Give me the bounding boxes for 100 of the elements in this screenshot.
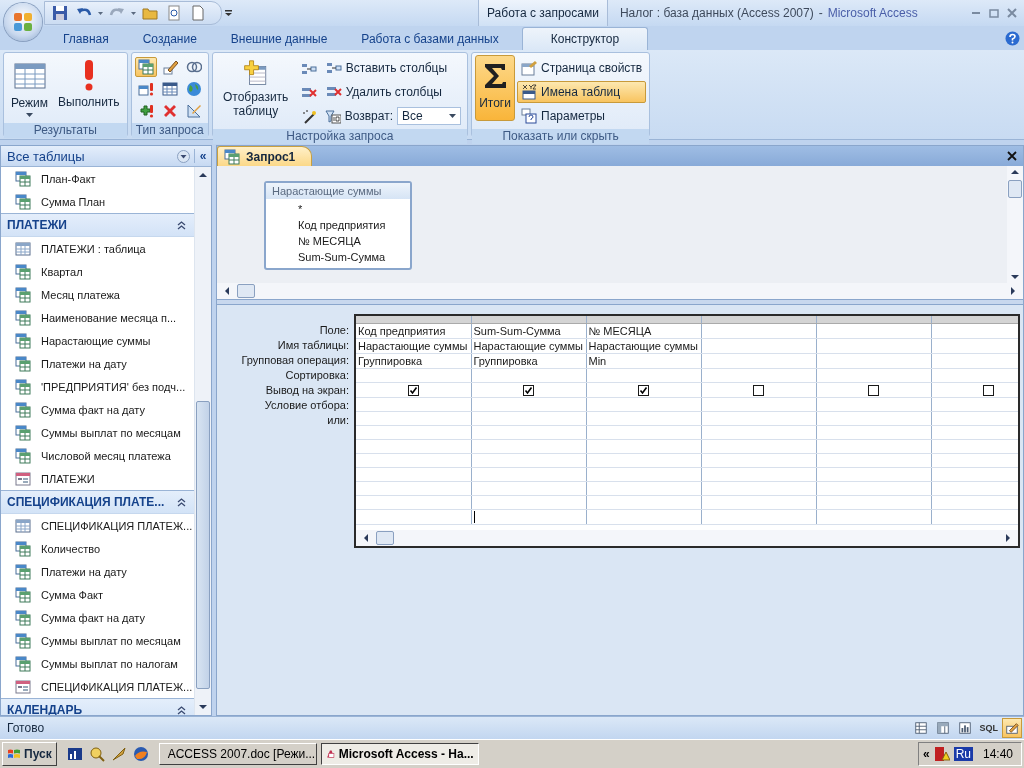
ribbon-button[interactable]: Удалить столбцы: [321, 81, 464, 103]
navigation-item[interactable]: Количество: [1, 537, 194, 560]
navigation-item[interactable]: Числовой месяц платежа: [1, 444, 194, 467]
scroll-thumb[interactable]: [237, 284, 255, 298]
top-values-dropdown[interactable]: Все: [397, 107, 461, 125]
navigation-header[interactable]: Все таблицы: [7, 148, 177, 164]
collapse-button[interactable]: «: [194, 149, 211, 163]
show-hidden-icons-button[interactable]: «: [922, 747, 930, 761]
navigation-item[interactable]: Сумма факт на дату: [1, 606, 194, 629]
table-cell[interactable]: № МЕСЯЦА: [588, 324, 652, 337]
parameters-icon: [521, 108, 537, 124]
table-cell[interactable]: Нарастающие суммы: [358, 339, 468, 352]
ribbon-button[interactable]: Итоги: [475, 55, 515, 121]
ribbon-tab[interactable]: Создание: [125, 28, 214, 50]
scrollbar[interactable]: [217, 283, 1023, 299]
ribbon-button[interactable]: Страница свойств: [517, 57, 647, 79]
scroll-thumb[interactable]: [1008, 180, 1022, 198]
caret-icon: [449, 114, 456, 118]
navigation-item[interactable]: Сумма факт на дату: [1, 398, 194, 421]
taskbar-button[interactable]: Microsoft Access - На...: [320, 743, 479, 765]
view-button[interactable]: SQL: [977, 718, 1000, 738]
customize-button[interactable]: [222, 8, 235, 18]
navigation-item[interactable]: Нарастающие суммы: [1, 329, 194, 352]
row-label: Поле:: [318, 323, 349, 338]
ribbon-button[interactable]: Режим: [7, 55, 52, 121]
dropdown-button[interactable]: [97, 9, 104, 17]
table-cell[interactable]: Группировка: [473, 354, 538, 367]
quick-launch-button[interactable]: [132, 746, 149, 762]
ribbon-button[interactable]: Вставить столбцы: [321, 57, 464, 79]
clock[interactable]: 14:40: [982, 747, 1013, 761]
ribbon-tab[interactable]: Работа с базами данных: [344, 28, 516, 50]
navigation-item[interactable]: Суммы выплат по налогам: [1, 652, 194, 675]
navigation-item[interactable]: План-Факт: [1, 167, 194, 190]
ribbon-button[interactable]: Выполнить: [54, 55, 124, 121]
table-cell[interactable]: Min: [588, 354, 607, 367]
field-item[interactable]: № МЕСЯЦА: [298, 233, 410, 249]
table-cell[interactable]: Код предприятия: [358, 324, 446, 337]
scroll-thumb[interactable]: [196, 401, 210, 689]
navigation-item[interactable]: Сумма Факт: [1, 583, 194, 606]
navigation-item[interactable]: Квартал: [1, 260, 194, 283]
help-button[interactable]: [1005, 30, 1020, 46]
navigation-item[interactable]: 'ПРЕДПРИЯТИЯ' без подч...: [1, 375, 194, 398]
scrollbar[interactable]: [356, 530, 1018, 546]
query-icon: [15, 170, 31, 187]
navigation-item[interactable]: ПЛАТЕЖИ: [1, 467, 194, 490]
row-label: или:: [326, 413, 349, 428]
table-cell[interactable]: Нарастающие суммы: [473, 339, 583, 352]
navigation-item[interactable]: Сумма План: [1, 190, 194, 213]
table-cell[interactable]: Группировка: [358, 354, 423, 367]
scrollbar[interactable]: [194, 167, 211, 715]
datasheet-view-icon: [914, 721, 929, 735]
navigation-item[interactable]: Платежи на дату: [1, 560, 194, 583]
window-button[interactable]: [988, 7, 1000, 19]
query-icon: [15, 286, 31, 303]
ribbon-tab[interactable]: Конструктор: [521, 27, 649, 50]
navigation-item[interactable]: СПЕЦИФИКАЦИЯ ПЛАТЕЖ...: [1, 675, 194, 698]
table-icon: [161, 81, 178, 97]
field-item[interactable]: Sum-Sum-Сумма: [298, 249, 410, 265]
ribbon-tab[interactable]: Главная: [46, 28, 126, 50]
checkbox[interactable]: [983, 384, 994, 396]
view-button[interactable]: [1002, 718, 1022, 738]
document-tab[interactable]: Запрос1: [217, 146, 313, 166]
navigation-item[interactable]: ПЛАТЕЖИ : таблица: [1, 237, 194, 260]
checkbox[interactable]: [753, 384, 764, 396]
navigation-item[interactable]: Месяц платежа: [1, 283, 194, 306]
ribbon-button[interactable]: Отобразить таблицу: [215, 55, 296, 121]
query-icon: [15, 378, 31, 395]
checkbox[interactable]: [868, 384, 879, 396]
start-button[interactable]: Пуск: [2, 742, 57, 766]
scroll-thumb[interactable]: [376, 531, 394, 545]
checkbox[interactable]: [638, 384, 649, 396]
group-header[interactable]: ПЛАТЕЖИ: [1, 213, 194, 237]
navigation-item[interactable]: Наименование месяца п...: [1, 306, 194, 329]
window-button[interactable]: [1006, 7, 1018, 19]
navigation-item[interactable]: СПЕЦИФИКАЦИЯ ПЛАТЕЖ...: [1, 514, 194, 537]
taskbar-button[interactable]: ACCESS 2007.doc [Режи...: [158, 743, 317, 765]
field-item[interactable]: Код предприятия: [298, 217, 410, 233]
table-cell[interactable]: Нарастающие суммы: [588, 339, 698, 352]
ribbon-tab[interactable]: Внешние данные: [213, 28, 345, 50]
scrollbar[interactable]: [1007, 166, 1023, 283]
group-header[interactable]: СПЕЦИФИКАЦИЯ ПЛАТЕ...: [1, 490, 194, 514]
windows-logo-icon: [7, 748, 21, 760]
navigation-item[interactable]: Платежи на дату: [1, 352, 194, 375]
close-button[interactable]: [1007, 151, 1017, 161]
dropdown-button[interactable]: [130, 9, 137, 17]
quick-launch-button[interactable]: [66, 746, 83, 762]
language-indicator[interactable]: Ru: [953, 747, 973, 761]
warning-icon: [933, 746, 950, 762]
splitter-handle[interactable]: [217, 299, 1023, 305]
table-cell[interactable]: Sum-Sum-Сумма: [473, 324, 561, 337]
checkbox[interactable]: [407, 384, 419, 396]
ribbon-button[interactable]: Параметры: [517, 105, 647, 127]
icon-button[interactable]: [134, 57, 157, 77]
checkbox[interactable]: [523, 384, 534, 396]
dropdown-button[interactable]: [177, 149, 190, 163]
navigation-item[interactable]: Суммы выплат по месяцам: [1, 629, 194, 652]
check-icon: [639, 385, 648, 395]
ribbon-button[interactable]: Имена таблиц: [517, 81, 647, 103]
navigation-item[interactable]: Суммы выплат по месяцам: [1, 421, 194, 444]
field-item[interactable]: *: [298, 201, 410, 217]
